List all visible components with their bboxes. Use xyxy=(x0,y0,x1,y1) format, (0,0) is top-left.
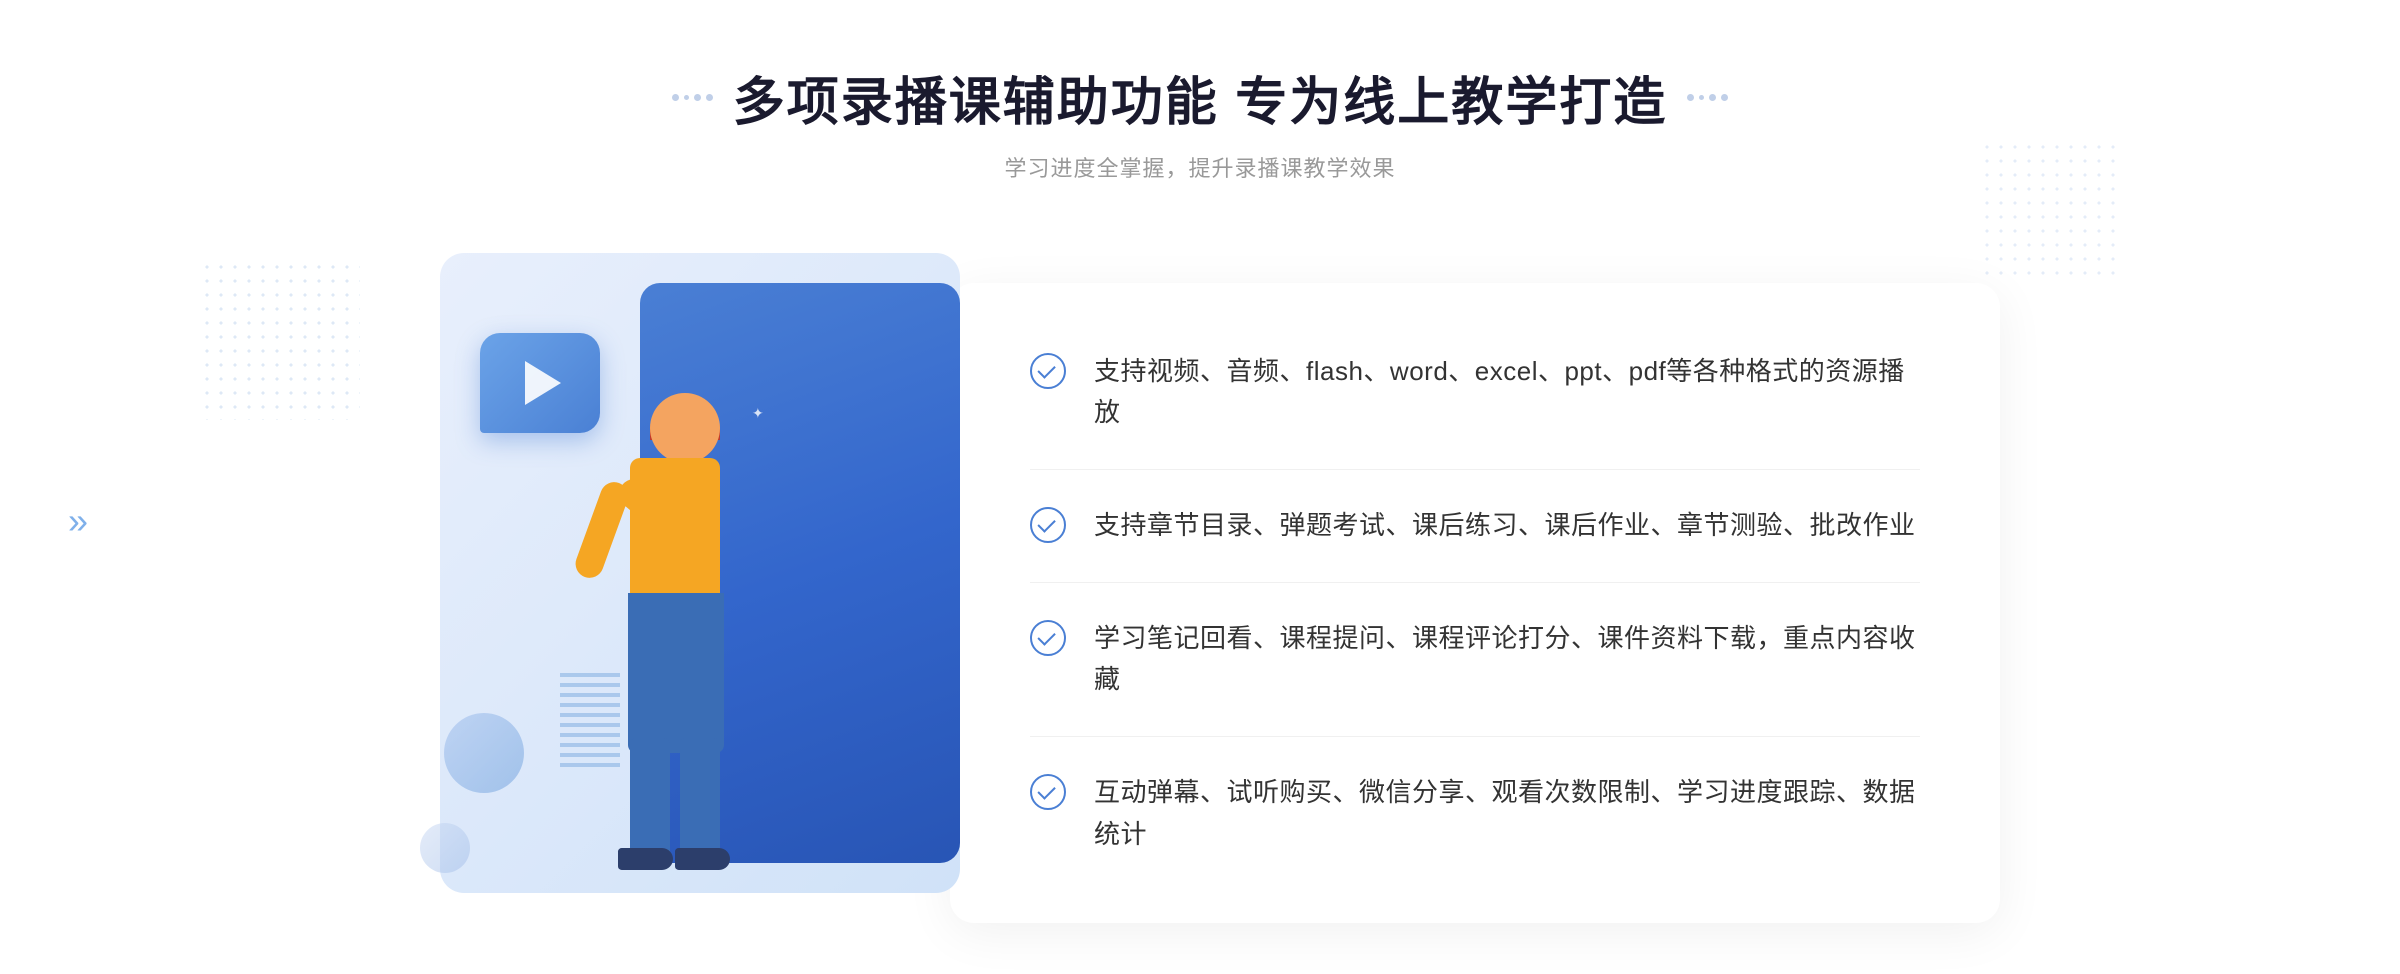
person-arm-left xyxy=(572,478,633,582)
check-icon-2 xyxy=(1030,507,1066,543)
page-container: » 多项录播课辅助功能 专为线上教学打造 学习进度全掌握，提升录播课教学效果 xyxy=(0,0,2400,974)
dot xyxy=(694,94,701,101)
figure-container xyxy=(530,333,810,913)
feature-text-1: 支持视频、音频、flash、word、excel、ppt、pdf等各种格式的资源… xyxy=(1094,351,1920,434)
decorator-dots-right xyxy=(1687,94,1728,101)
feature-text-2: 支持章节目录、弹题考试、课后练习、课后作业、章节测验、批改作业 xyxy=(1094,505,1916,547)
person-shoe-left xyxy=(618,848,673,870)
dot xyxy=(1721,94,1728,101)
dot xyxy=(684,95,689,100)
check-icon-1 xyxy=(1030,353,1066,389)
bg-dots-right xyxy=(1980,140,2120,280)
deco-circle-1 xyxy=(444,713,524,793)
header-section: 多项录播课辅助功能 专为线上教学打造 学习进度全掌握，提升录播课教学效果 xyxy=(672,60,1728,183)
dot xyxy=(1699,95,1704,100)
person-pants xyxy=(628,593,724,753)
subtitle: 学习进度全掌握，提升录播课教学效果 xyxy=(672,151,1728,183)
person-head xyxy=(650,393,720,463)
chevron-left-icon: » xyxy=(68,500,88,542)
feature-item-4: 互动弹幕、试听购买、微信分享、观看次数限制、学习进度跟踪、数据统计 xyxy=(1030,772,1920,855)
check-icon-3 xyxy=(1030,620,1066,656)
check-icon-4 xyxy=(1030,774,1066,810)
person-body xyxy=(630,458,720,608)
deco-circle-2 xyxy=(420,823,470,873)
dot xyxy=(706,94,713,101)
main-title: 多项录播课辅助功能 专为线上教学打造 xyxy=(733,60,1667,135)
person-shoe-right xyxy=(675,848,730,870)
dot xyxy=(1687,94,1694,101)
feature-text-4: 互动弹幕、试听购买、微信分享、观看次数限制、学习进度跟踪、数据统计 xyxy=(1094,772,1920,855)
person-leg-right xyxy=(680,738,720,858)
content-area: 支持视频、音频、flash、word、excel、ppt、pdf等各种格式的资源… xyxy=(400,243,2000,963)
dot xyxy=(672,94,679,101)
illustration-panel xyxy=(400,253,980,933)
feature-text-3: 学习笔记回看、课程提问、课程评论打分、课件资料下载，重点内容收藏 xyxy=(1094,618,1920,701)
divider-1 xyxy=(1030,469,1920,470)
feature-item-3: 学习笔记回看、课程提问、课程评论打分、课件资料下载，重点内容收藏 xyxy=(1030,618,1920,701)
decorator-dots-left xyxy=(672,94,713,101)
divider-3 xyxy=(1030,736,1920,737)
person-illustration xyxy=(550,393,790,893)
bg-dots-left xyxy=(200,260,360,420)
feature-item-2: 支持章节目录、弹题考试、课后练习、课后作业、章节测验、批改作业 xyxy=(1030,505,1920,547)
features-panel: 支持视频、音频、flash、word、excel、ppt、pdf等各种格式的资源… xyxy=(950,283,2000,923)
person-leg-left xyxy=(630,738,670,858)
feature-item-1: 支持视频、音频、flash、word、excel、ppt、pdf等各种格式的资源… xyxy=(1030,351,1920,434)
divider-2 xyxy=(1030,582,1920,583)
header-decorators: 多项录播课辅助功能 专为线上教学打造 xyxy=(672,60,1728,135)
dot xyxy=(1709,94,1716,101)
